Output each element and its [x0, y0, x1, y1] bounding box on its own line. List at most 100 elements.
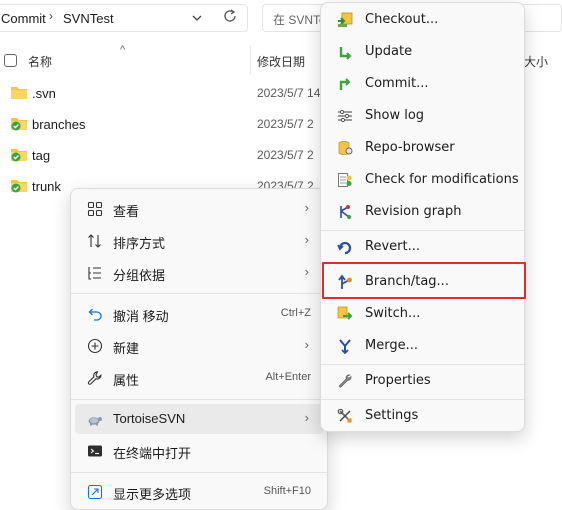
- chevron-right-icon: ›: [304, 232, 309, 247]
- menu-item-new[interactable]: 新建 ›: [75, 331, 323, 361]
- menu-item-undo[interactable]: 撤消 移动 Ctrl+Z: [75, 299, 323, 329]
- menu-item-label: 属性: [113, 373, 140, 388]
- breadcrumb-commit[interactable]: Commit: [1, 11, 46, 26]
- column-date[interactable]: 修改日期: [257, 53, 305, 70]
- menu-separator: [321, 230, 524, 231]
- menu-item-group[interactable]: 分组依据 ›: [75, 258, 323, 288]
- menu-item-view[interactable]: 查看 ›: [75, 194, 323, 224]
- check-modifications-icon: [338, 173, 352, 187]
- shortcut-label: Shift+F10: [263, 485, 311, 497]
- file-name: tag: [32, 148, 51, 163]
- shortcut-label: Ctrl+Z: [280, 307, 311, 319]
- show-more-icon: [87, 484, 103, 500]
- revert-icon: [337, 241, 352, 255]
- menu-item-revision-graph[interactable]: Revision graph: [325, 197, 520, 227]
- menu-item-revert[interactable]: Revert...: [325, 232, 520, 262]
- menu-item-label: Update: [365, 44, 413, 59]
- menu-item-label: 撤消 移动: [113, 309, 169, 324]
- file-name: branches: [32, 117, 86, 132]
- menu-item-label: 显示更多选项: [113, 487, 192, 502]
- tortoisesvn-icon: [88, 417, 102, 426]
- chevron-right-icon: ›: [304, 264, 309, 279]
- menu-item-label: TortoiseSVN: [113, 411, 186, 426]
- menu-separator: [71, 472, 327, 473]
- menu-item-label: Repo-browser: [365, 140, 455, 155]
- file-date: 2023/5/7 14:: [257, 86, 324, 100]
- menu-item-svn-properties[interactable]: Properties: [325, 366, 520, 396]
- breadcrumb-svntest[interactable]: SVNTest: [63, 11, 114, 26]
- menu-item-label: 分组依据: [113, 268, 166, 283]
- menu-item-label: Checkout...: [365, 12, 439, 27]
- menu-item-check-modifications[interactable]: Check for modifications: [325, 165, 520, 195]
- revision-graph-icon: [340, 205, 351, 219]
- menu-item-update[interactable]: Update: [325, 37, 520, 67]
- breadcrumb-chevron-icon: ›: [49, 9, 53, 23]
- menu-separator: [321, 399, 524, 400]
- menu-item-label: Check for modifications: [365, 172, 519, 187]
- menu-item-commit[interactable]: Commit...: [325, 69, 520, 99]
- tortoisesvn-submenu: Checkout... Update Commit... Show log Re…: [320, 2, 525, 432]
- address-bar[interactable]: Commit › SVNTest: [0, 4, 248, 32]
- svn-folder-icon: [11, 149, 27, 162]
- menu-item-show-log[interactable]: Show log: [325, 101, 520, 131]
- svn-folder-icon: [11, 118, 27, 131]
- select-all-checkbox[interactable]: [4, 54, 17, 67]
- menu-item-properties[interactable]: 属性 Alt+Enter: [75, 363, 323, 393]
- add-circle-icon: [87, 338, 103, 354]
- menu-item-label: 查看: [113, 204, 140, 219]
- menu-item-terminal[interactable]: 在终端中打开: [75, 436, 323, 466]
- shortcut-label: Alt+Enter: [265, 371, 311, 383]
- column-name[interactable]: 名称: [28, 53, 52, 70]
- column-divider[interactable]: [250, 46, 251, 74]
- refresh-icon[interactable]: [222, 8, 238, 24]
- wrench-icon: [339, 374, 352, 388]
- menu-item-label: Revision graph: [365, 204, 462, 219]
- merge-icon: [339, 339, 351, 354]
- log-icon: [338, 109, 352, 123]
- switch-icon: [337, 306, 353, 320]
- menu-separator: [71, 293, 327, 294]
- menu-item-label: Settings: [365, 408, 419, 423]
- settings-tools-icon: [337, 408, 352, 423]
- column-size[interactable]: 大小: [524, 53, 548, 70]
- update-icon: [339, 47, 352, 60]
- menu-item-label: Commit...: [365, 76, 429, 91]
- menu-item-settings[interactable]: Settings: [325, 401, 520, 431]
- file-date: 2023/5/7 2: [257, 148, 314, 162]
- menu-item-checkout[interactable]: Checkout...: [325, 5, 520, 35]
- menu-item-show-more[interactable]: 显示更多选项 Shift+F10: [75, 477, 323, 507]
- menu-item-label: 新建: [113, 341, 140, 356]
- terminal-icon: [88, 445, 102, 457]
- menu-item-switch[interactable]: Switch...: [325, 299, 520, 329]
- repo-browser-icon: [338, 141, 353, 155]
- chevron-down-icon[interactable]: [190, 11, 204, 25]
- menu-item-sort[interactable]: 排序方式 ›: [75, 226, 323, 256]
- undo-icon: [88, 308, 102, 321]
- chevron-right-icon: ›: [304, 200, 309, 215]
- menu-item-label: Properties: [365, 373, 431, 388]
- file-name: .svn: [32, 86, 56, 101]
- sort-icon: [88, 234, 101, 248]
- menu-separator: [71, 399, 327, 400]
- menu-item-repo-browser[interactable]: Repo-browser: [325, 133, 520, 163]
- commit-icon: [339, 78, 351, 90]
- menu-item-label: Merge...: [365, 338, 418, 353]
- checkout-icon: [338, 12, 353, 27]
- menu-separator: [321, 364, 524, 365]
- svn-folder-icon: [11, 180, 27, 193]
- highlight-box: [322, 262, 526, 299]
- chevron-right-icon: ›: [304, 410, 309, 425]
- chevron-right-icon: ›: [304, 337, 309, 352]
- menu-item-label: Revert...: [365, 239, 420, 254]
- menu-item-label: 排序方式: [113, 236, 166, 251]
- menu-item-merge[interactable]: Merge...: [325, 331, 520, 361]
- menu-item-label: Switch...: [365, 306, 421, 321]
- grid-view-icon: [87, 201, 103, 217]
- file-name: trunk: [32, 179, 61, 194]
- menu-item-label: Show log: [365, 108, 425, 123]
- file-date: 2023/5/7 2: [257, 117, 314, 131]
- folder-icon: [11, 87, 27, 99]
- menu-item-label: 在终端中打开: [113, 446, 192, 461]
- sort-ascending-icon: ^: [120, 44, 126, 56]
- menu-item-tortoisesvn[interactable]: TortoiseSVN ›: [75, 404, 323, 434]
